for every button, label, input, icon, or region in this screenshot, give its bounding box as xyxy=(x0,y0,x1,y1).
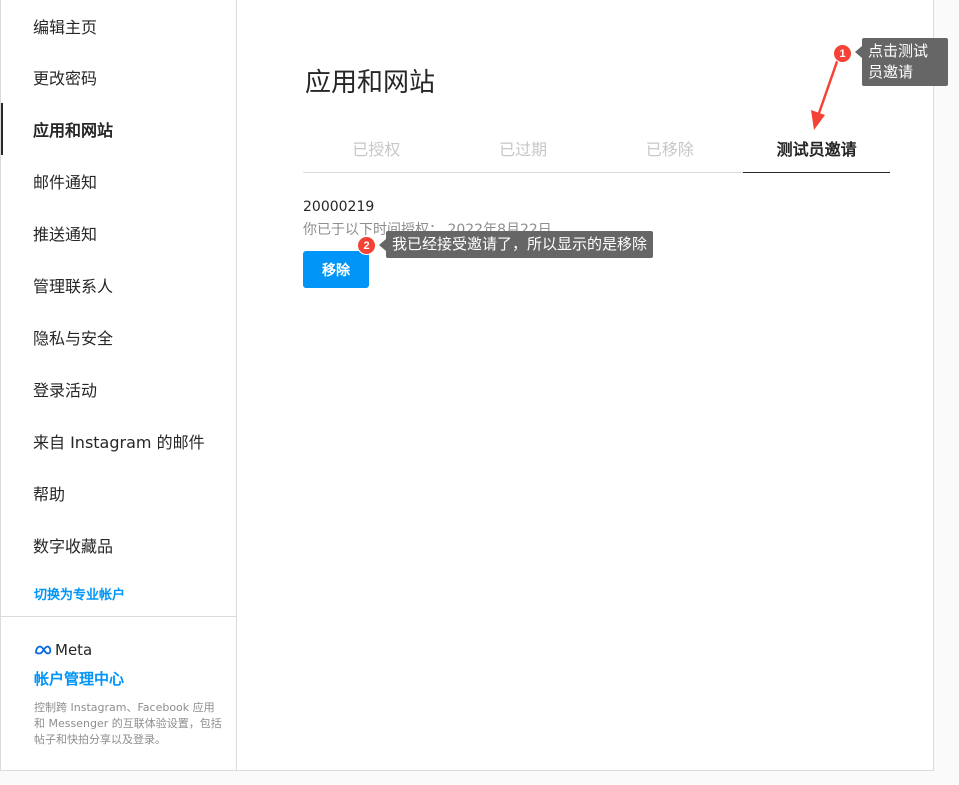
sidebar-item-privacy-security[interactable]: 隐私与安全 xyxy=(1,311,237,363)
accounts-center-description: 控制跨 Instagram、Facebook 应用和 Messenger 的互联… xyxy=(34,701,222,746)
sidebar-item-label: 更改密码 xyxy=(33,69,98,88)
tab-authorized[interactable]: 已授权 xyxy=(303,124,450,172)
meta-infinity-icon xyxy=(34,645,52,655)
sidebar-item-email-notifications[interactable]: 邮件通知 xyxy=(1,155,237,207)
remove-button[interactable]: 移除 xyxy=(303,251,369,288)
sidebar-item-apps-websites[interactable]: 应用和网站 xyxy=(1,103,237,155)
sidebar-item-label: 管理联系人 xyxy=(33,277,114,296)
sidebar-item-label: 帮助 xyxy=(33,485,66,504)
sidebar-item-edit-profile[interactable]: 编辑主页 xyxy=(1,0,237,52)
sidebar-item-digital-collectibles[interactable]: 数字收藏品 xyxy=(1,519,237,571)
tab-removed[interactable]: 已移除 xyxy=(597,124,744,172)
meta-logo: Meta xyxy=(34,641,92,659)
annotation-callout-2: 我已经接受邀请了，所以显示的是移除 xyxy=(378,231,654,258)
annotation-badge-2: 2 xyxy=(357,236,376,255)
sidebar-item-label: 登录活动 xyxy=(33,381,98,400)
sidebar-item-label: 邮件通知 xyxy=(33,173,98,192)
page-title: 应用和网站 xyxy=(305,68,436,98)
accounts-center-link[interactable]: 帐户管理中心 xyxy=(34,668,124,689)
settings-sidebar: 编辑主页 更改密码 应用和网站 邮件通知 推送通知 管理联系人 隐私与安全 登录… xyxy=(0,0,237,771)
sidebar-item-label: 数字收藏品 xyxy=(33,537,114,556)
switch-to-professional-link[interactable]: 切换为专业帐户 xyxy=(34,584,125,603)
settings-frame: 编辑主页 更改密码 应用和网站 邮件通知 推送通知 管理联系人 隐私与安全 登录… xyxy=(0,0,934,771)
tab-bar: 已授权 已过期 已移除 测试员邀请 xyxy=(303,124,890,173)
sidebar-item-help[interactable]: 帮助 xyxy=(1,467,237,519)
tab-expired[interactable]: 已过期 xyxy=(450,124,597,172)
sidebar-item-change-password[interactable]: 更改密码 xyxy=(1,51,237,103)
sidebar-item-label: 应用和网站 xyxy=(33,121,114,140)
sidebar-item-label: 隐私与安全 xyxy=(33,329,114,348)
sidebar-item-login-activity[interactable]: 登录活动 xyxy=(1,363,237,415)
sidebar-item-label: 推送通知 xyxy=(33,225,98,244)
sidebar-item-label: 编辑主页 xyxy=(33,18,98,37)
invite-app-id: 20000219 xyxy=(303,199,375,215)
meta-logo-text: Meta xyxy=(55,641,93,659)
annotation-badge-1: 1 xyxy=(833,44,852,63)
sidebar-item-label: 来自 Instagram 的邮件 xyxy=(33,433,205,452)
sidebar-item-manage-contacts[interactable]: 管理联系人 xyxy=(1,259,237,311)
sidebar-item-push-notifications[interactable]: 推送通知 xyxy=(1,207,237,259)
annotation-callout-1: 点击测试员邀请 xyxy=(855,38,948,86)
sidebar-divider xyxy=(1,616,237,617)
sidebar-item-emails-from-instagram[interactable]: 来自 Instagram 的邮件 xyxy=(1,415,237,467)
